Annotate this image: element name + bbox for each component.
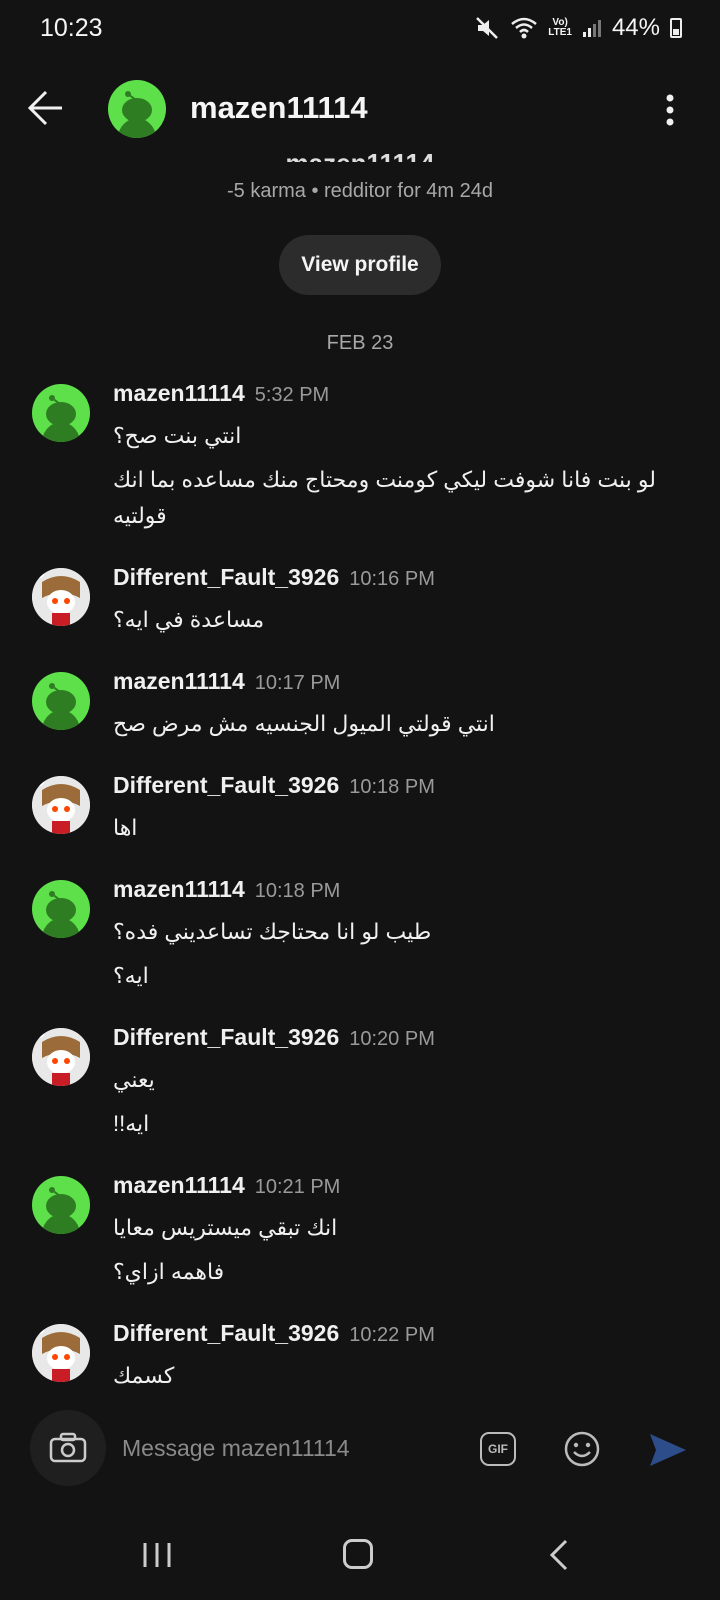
message-item[interactable]: mazen11114 10:17 PM انتي قولتي الميول الجن… — [0, 668, 720, 742]
message-timestamp: 5:32 PM — [254, 384, 330, 406]
snoo-icon — [41, 891, 81, 938]
profile-karma: -5 karma • redditor for 4m 24d — [227, 180, 493, 202]
snoo-icon — [41, 683, 81, 730]
home-icon[interactable] — [343, 1539, 373, 1569]
message-item[interactable]: mazen11114 10:18 PM طيب لو انا محتاجك تساع… — [0, 876, 720, 994]
message-avatar[interactable] — [32, 1324, 90, 1382]
message-timestamp: 10:16 PM — [349, 568, 435, 590]
snoo-avatar-icon — [32, 1324, 90, 1382]
snoo-avatar-icon — [32, 568, 90, 626]
camera-button[interactable] — [30, 1410, 106, 1486]
battery-icon — [670, 18, 682, 38]
status-bar: 10:23 Vo) LTE1 44% — [0, 0, 720, 58]
message-composer: GIF — [0, 1396, 720, 1500]
message-timestamp: 10:18 PM — [254, 880, 341, 902]
message-text: كسمك — [113, 1363, 175, 1388]
send-icon[interactable] — [648, 1430, 688, 1470]
message-avatar[interactable] — [32, 384, 90, 442]
message-text: انتي قولتي الميول الجنسيه مش مرض صح — [113, 711, 495, 736]
message-meta: mazen11114 10:18 PM — [113, 876, 720, 910]
message-item[interactable]: mazen11114 5:32 PM انتي بنت صح؟ لو بنت فانا… — [0, 380, 720, 534]
message-item[interactable]: Different_Fault_3926 10:18 PM اها — [0, 772, 720, 846]
message-timestamp: 10:17 PM — [254, 672, 341, 694]
message-item[interactable]: Different_Fault_3926 10:22 PM كسمك — [0, 1320, 720, 1394]
message-text: ايه!! — [113, 1111, 150, 1136]
message-username[interactable]: mazen11114 — [113, 876, 245, 903]
message-timestamp: 10:18 PM — [349, 776, 435, 798]
wifi-icon — [511, 17, 538, 39]
message-username[interactable]: mazen11114 — [113, 668, 245, 695]
view-profile-button[interactable]: View profile — [279, 235, 441, 295]
network-label: LTE1 — [548, 27, 572, 38]
arrow-left-icon[interactable] — [26, 88, 66, 128]
message-meta: Different_Fault_3926 10:18 PM — [113, 772, 720, 806]
message-item[interactable]: mazen11114 10:21 PM انك تبقي ميستريس معايا… — [0, 1172, 720, 1290]
snoo-avatar-icon — [32, 1028, 90, 1086]
message-list[interactable]: mazen11114 5:32 PM انتي بنت صح؟ لو بنت فانا… — [0, 380, 720, 1396]
message-avatar[interactable] — [32, 1176, 90, 1234]
chat-header: mazen11114 — [0, 70, 720, 150]
snoo-icon — [117, 91, 157, 138]
message-avatar[interactable] — [32, 776, 90, 834]
message-avatar[interactable] — [32, 880, 90, 938]
message-item[interactable]: Different_Fault_3926 10:20 PM يعني ايه!! — [0, 1024, 720, 1142]
message-meta: Different_Fault_3926 10:16 PM — [113, 564, 720, 598]
message-text: ايه؟ — [113, 963, 149, 988]
status-icons: Vo) LTE1 44% — [474, 14, 682, 42]
message-meta: mazen11114 5:32 PM — [113, 380, 720, 414]
more-vertical-icon[interactable] — [666, 94, 674, 126]
message-meta: Different_Fault_3926 10:20 PM — [113, 1024, 720, 1058]
header-username: mazen11114 — [190, 90, 368, 125]
message-username[interactable]: mazen11114 — [113, 1172, 245, 1199]
message-text: فاهمه ازاي؟ — [113, 1259, 225, 1284]
mute-icon — [476, 17, 499, 39]
gif-icon[interactable]: GIF — [480, 1432, 516, 1466]
message-meta: mazen11114 10:17 PM — [113, 668, 720, 702]
message-timestamp: 10:20 PM — [349, 1028, 435, 1050]
header-avatar[interactable] — [108, 80, 166, 138]
message-avatar[interactable] — [32, 1028, 90, 1086]
message-meta: Different_Fault_3926 10:22 PM — [113, 1320, 720, 1354]
message-avatar[interactable] — [32, 568, 90, 626]
system-nav-bar — [0, 1500, 720, 1600]
message-item[interactable]: Different_Fault_3926 10:16 PM مساعدة في اي… — [0, 564, 720, 638]
profile-name-cut: mazen11114 — [0, 148, 720, 162]
lte-indicator: Vo) LTE1 — [548, 18, 572, 38]
camera-icon — [49, 1432, 87, 1463]
message-text: طيب لو انا محتاجك تساعديني فده؟ — [113, 919, 432, 944]
message-avatar[interactable] — [32, 672, 90, 730]
message-username[interactable]: Different_Fault_3926 — [113, 1024, 339, 1051]
message-timestamp: 10:21 PM — [254, 1176, 341, 1198]
message-text: مساعدة في ايه؟ — [113, 607, 265, 632]
snoo-avatar-icon — [32, 776, 90, 834]
status-time: 10:23 — [40, 14, 103, 42]
message-text: انتي بنت صح؟ — [113, 423, 242, 448]
message-timestamp: 10:22 PM — [349, 1324, 435, 1346]
message-username[interactable]: Different_Fault_3926 — [113, 772, 339, 799]
battery-percent: 44% — [611, 14, 660, 41]
message-username[interactable]: mazen11114 — [113, 380, 245, 407]
message-text: اها — [113, 815, 138, 840]
message-text: لو بنت فانا شوفت ليكي كومنت ومحتاج منك م… — [113, 467, 656, 528]
signal-icon — [582, 20, 601, 37]
snoo-icon — [41, 395, 81, 442]
message-input[interactable] — [122, 1426, 442, 1470]
message-text: انك تبقي ميستريس معايا — [113, 1215, 338, 1240]
recent-apps-icon[interactable] — [140, 1540, 174, 1570]
message-username[interactable]: Different_Fault_3926 — [113, 564, 339, 591]
emoji-icon[interactable] — [563, 1430, 601, 1468]
snoo-icon — [41, 1187, 81, 1234]
message-text: يعني — [113, 1067, 155, 1092]
message-meta: mazen11114 10:21 PM — [113, 1172, 720, 1206]
nav-back-icon[interactable] — [548, 1538, 570, 1572]
date-divider: FEB 23 — [326, 332, 394, 354]
message-username[interactable]: Different_Fault_3926 — [113, 1320, 339, 1347]
